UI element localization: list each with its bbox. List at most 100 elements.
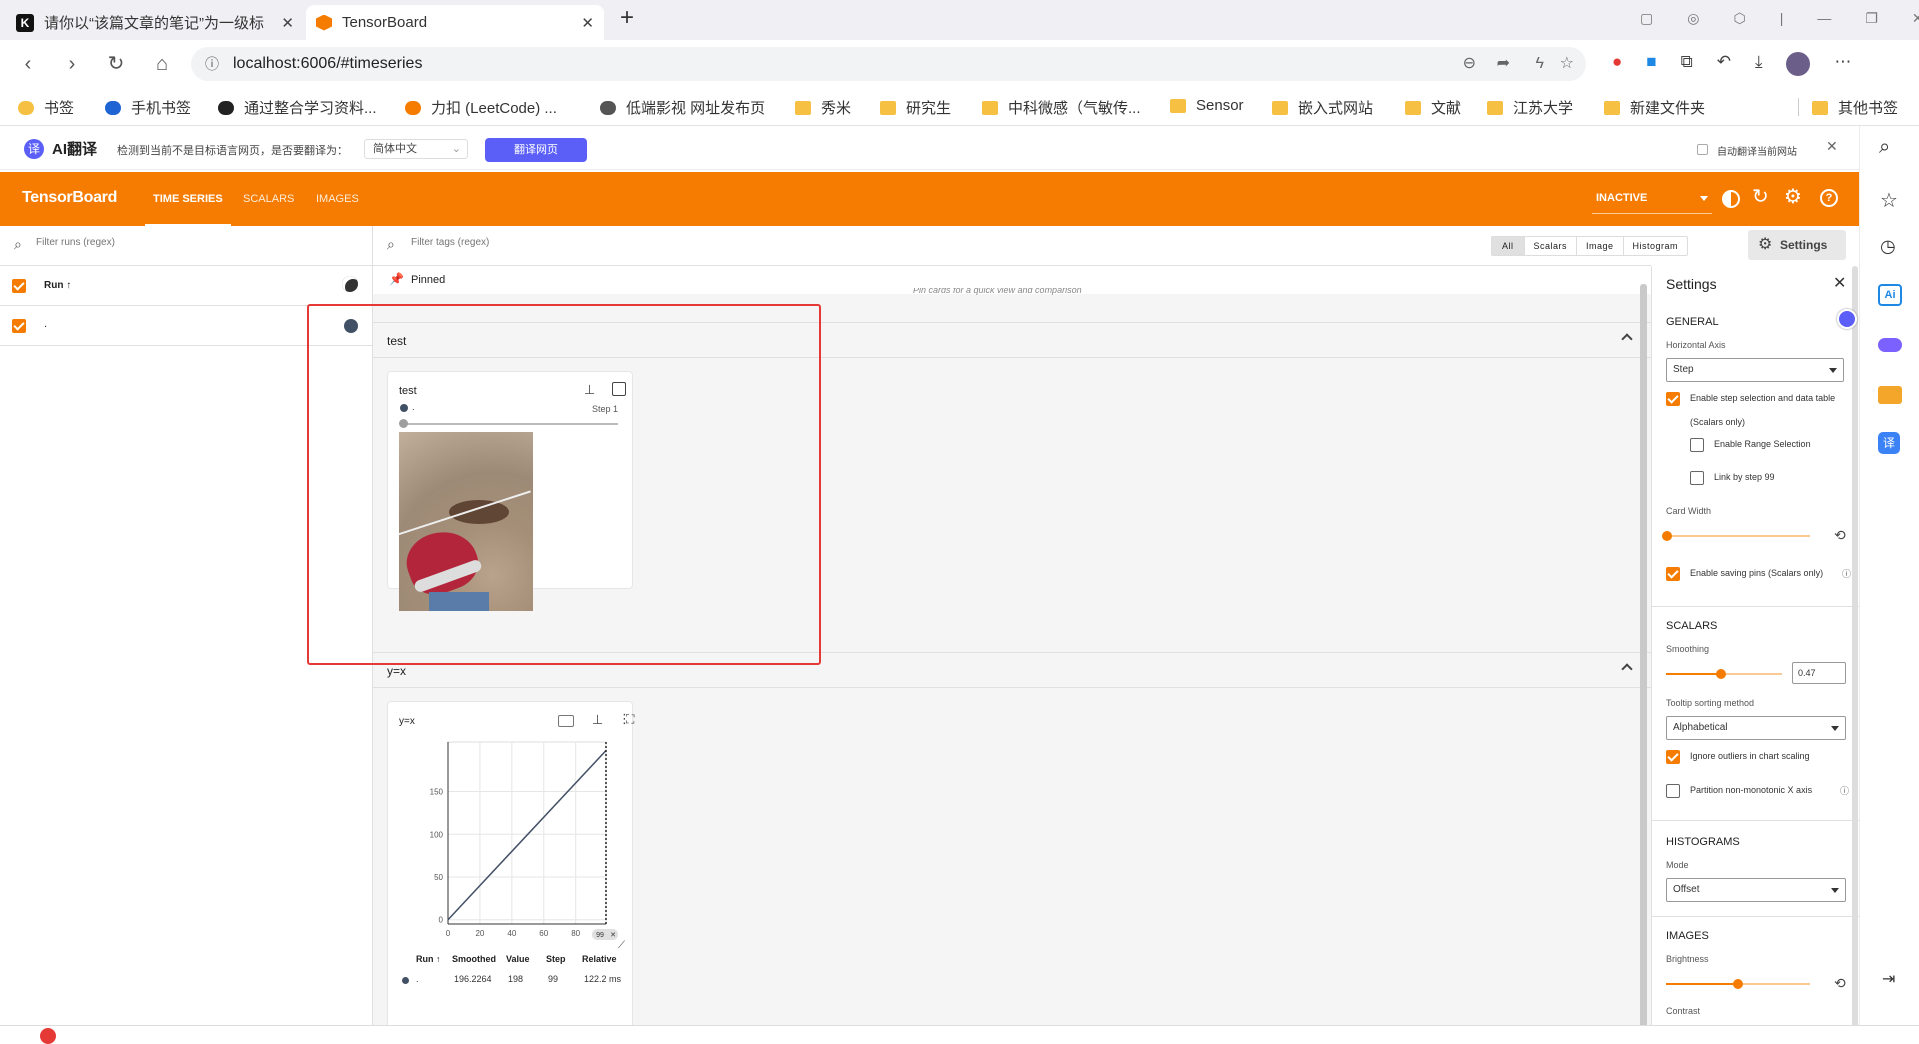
horizontal-axis-select[interactable]: Step <box>1666 358 1844 382</box>
reload-icon[interactable]: ↻ <box>1752 184 1769 209</box>
forward-icon[interactable]: › <box>60 52 84 76</box>
star-icon[interactable]: ☆ <box>1560 47 1574 81</box>
tab-tensorboard[interactable]: TensorBoard ✕ <box>306 5 604 40</box>
bookmark-item[interactable]: 江苏大学 <box>1487 97 1573 118</box>
site-info-icon[interactable]: ⓘ <box>205 47 219 81</box>
bookmark-item[interactable]: 书签 <box>18 97 74 118</box>
chart-resize-icon[interactable]: ⟋ <box>618 940 625 951</box>
toolbox-icon[interactable] <box>1878 386 1902 404</box>
enable-step-selection-checkbox[interactable] <box>1666 392 1680 406</box>
back-icon[interactable]: ‹ <box>16 52 40 76</box>
more-vert-icon-visible[interactable]: ⋮ <box>618 711 631 727</box>
minimize-icon[interactable]: — <box>1817 10 1831 27</box>
bookmark-item[interactable]: 其他书签 <box>1812 97 1898 118</box>
extension-icon[interactable]: ⬡ <box>1733 10 1745 27</box>
smoothing-input[interactable]: 0.47 <box>1792 662 1846 684</box>
url-field[interactable]: ⓘ localhost:6006/#timeseries ⊖ ➦ ϟ ☆ <box>191 47 1586 81</box>
enable-range-checkbox[interactable] <box>1690 438 1704 452</box>
enable-saving-pins-checkbox[interactable] <box>1666 567 1680 581</box>
close-tab-icon[interactable]: ✕ <box>281 14 294 32</box>
palette-icon[interactable] <box>342 276 358 292</box>
translate-icon[interactable]: 译 <box>1878 432 1900 454</box>
line-chart[interactable]: 0 20 40 60 80 0 50 100 150 99 ✕ <box>388 732 634 952</box>
search-icon[interactable]: ⌕ <box>1879 136 1890 159</box>
help-icon[interactable]: ⓘ <box>1840 784 1849 797</box>
link-by-step-checkbox[interactable] <box>1690 471 1704 485</box>
new-tab-button[interactable]: + <box>620 4 634 32</box>
tab-search-icon[interactable]: ▢ <box>1640 10 1653 27</box>
undo-icon[interactable]: ↶ <box>1717 52 1731 76</box>
history-clock-icon[interactable]: ◷ <box>1880 236 1896 257</box>
bookmark-item[interactable]: 嵌入式网站 <box>1272 97 1373 118</box>
bookmark-item[interactable]: 通过整合学习资料... <box>218 97 377 118</box>
zoom-icon[interactable]: ⊖ <box>1463 47 1476 81</box>
runs-filter[interactable]: ⌕ <box>0 226 372 266</box>
tooltip-sorting-select[interactable]: Alphabetical <box>1666 716 1846 740</box>
smoothing-thumb[interactable] <box>1715 669 1726 679</box>
select-all-runs-checkbox[interactable] <box>12 279 26 293</box>
table-header-cell[interactable]: Run ↑ <box>416 954 441 964</box>
settings-float-translate-icon[interactable] <box>1837 309 1857 329</box>
pin-card-icon[interactable]: ⊥ <box>592 712 603 728</box>
main-scrollbar[interactable] <box>1640 284 1647 1035</box>
bookmark-item[interactable]: 新建文件夹 <box>1604 97 1705 118</box>
filter-all-button[interactable]: All <box>1492 237 1524 255</box>
run-checkbox[interactable] <box>12 319 26 333</box>
fit-domain-icon[interactable] <box>558 715 574 727</box>
tab-chat[interactable]: K 请你以“该篇文章的笔记”为一级标 ✕ <box>6 5 304 40</box>
workspace-icon[interactable]: ◎ <box>1687 10 1699 27</box>
reset-card-width-icon[interactable]: ⟲ <box>1834 527 1846 544</box>
tags-filter-input[interactable] <box>411 237 711 248</box>
game-controller-icon[interactable] <box>1878 338 1902 352</box>
close-tab-icon[interactable]: ✕ <box>581 14 594 32</box>
nav-tab-time-series[interactable]: TIME SERIES <box>145 172 231 226</box>
nav-tab-scalars[interactable]: SCALARS <box>243 172 294 226</box>
extension-colorful-icon[interactable]: ● <box>1612 52 1622 76</box>
ignore-outliers-checkbox[interactable] <box>1666 750 1680 764</box>
bookmark-item[interactable]: 低端影视 网址发布页 <box>600 97 765 118</box>
auto-translate-checkbox[interactable] <box>1697 144 1708 155</box>
bookmark-item[interactable]: 力扣 (LeetCode) ... <box>405 97 557 118</box>
filter-histogram-button[interactable]: Histogram <box>1622 237 1688 255</box>
nav-tab-images[interactable]: IMAGES <box>316 172 359 226</box>
share-icon[interactable]: ➦ <box>1497 47 1510 81</box>
partition-checkbox[interactable] <box>1666 784 1680 798</box>
reload-icon[interactable]: ↻ <box>104 52 128 76</box>
bolt-icon[interactable]: ϟ <box>1536 47 1544 81</box>
brightness-thumb[interactable] <box>1733 979 1743 989</box>
bookmark-item[interactable]: Sensor <box>1170 97 1244 114</box>
maximize-icon[interactable]: ❐ <box>1865 10 1878 27</box>
theme-toggle-icon[interactable] <box>1722 190 1740 208</box>
card-width-slider[interactable] <box>1666 535 1810 537</box>
help-icon[interactable]: ? <box>1820 189 1838 207</box>
language-select[interactable]: 简体中文 ⌄ <box>364 139 468 159</box>
filter-image-button[interactable]: Image <box>1576 237 1623 255</box>
step-chip-close-icon[interactable]: ✕ <box>610 932 616 939</box>
extension-blue-icon[interactable]: ■ <box>1646 52 1656 76</box>
bookmark-item[interactable]: 秀米 <box>795 97 851 118</box>
puzzle-icon[interactable]: ⧉ <box>1681 52 1693 76</box>
histogram-mode-select[interactable]: Offset <box>1666 878 1846 902</box>
close-settings-icon[interactable]: ✕ <box>1833 273 1846 293</box>
close-translate-icon[interactable]: ✕ <box>1826 138 1838 155</box>
avatar[interactable] <box>1786 52 1811 76</box>
home-icon[interactable]: ⌂ <box>150 52 174 76</box>
help-icon[interactable]: ⓘ <box>1842 567 1851 580</box>
favorites-star-icon[interactable]: ☆ <box>1880 188 1898 213</box>
run-column-header[interactable]: Run ↑ <box>44 280 71 291</box>
collapse-icon[interactable] <box>1621 333 1633 345</box>
ai-assistant-icon[interactable]: Ai <box>1878 284 1902 306</box>
bookmark-item[interactable]: 中科微感（气敏传... <box>982 97 1141 118</box>
card-width-thumb[interactable] <box>1662 531 1672 541</box>
bookmark-item[interactable]: 研究生 <box>880 97 951 118</box>
settings-scrollbar[interactable] <box>1852 266 1858 1035</box>
settings-gear-icon[interactable]: ⚙ <box>1784 184 1802 209</box>
close-window-icon[interactable]: ✕ <box>1912 10 1919 27</box>
collapse-icon[interactable] <box>1621 663 1633 675</box>
translate-page-button[interactable]: 翻译网页 <box>485 138 587 162</box>
filter-scalars-button[interactable]: Scalars <box>1523 237 1577 255</box>
runs-filter-input[interactable] <box>36 237 336 248</box>
plugin-select[interactable]: INACTIVE <box>1592 184 1712 214</box>
bookmark-item[interactable]: 手机书签 <box>105 97 191 118</box>
bookmark-item[interactable]: 文献 <box>1405 97 1461 118</box>
